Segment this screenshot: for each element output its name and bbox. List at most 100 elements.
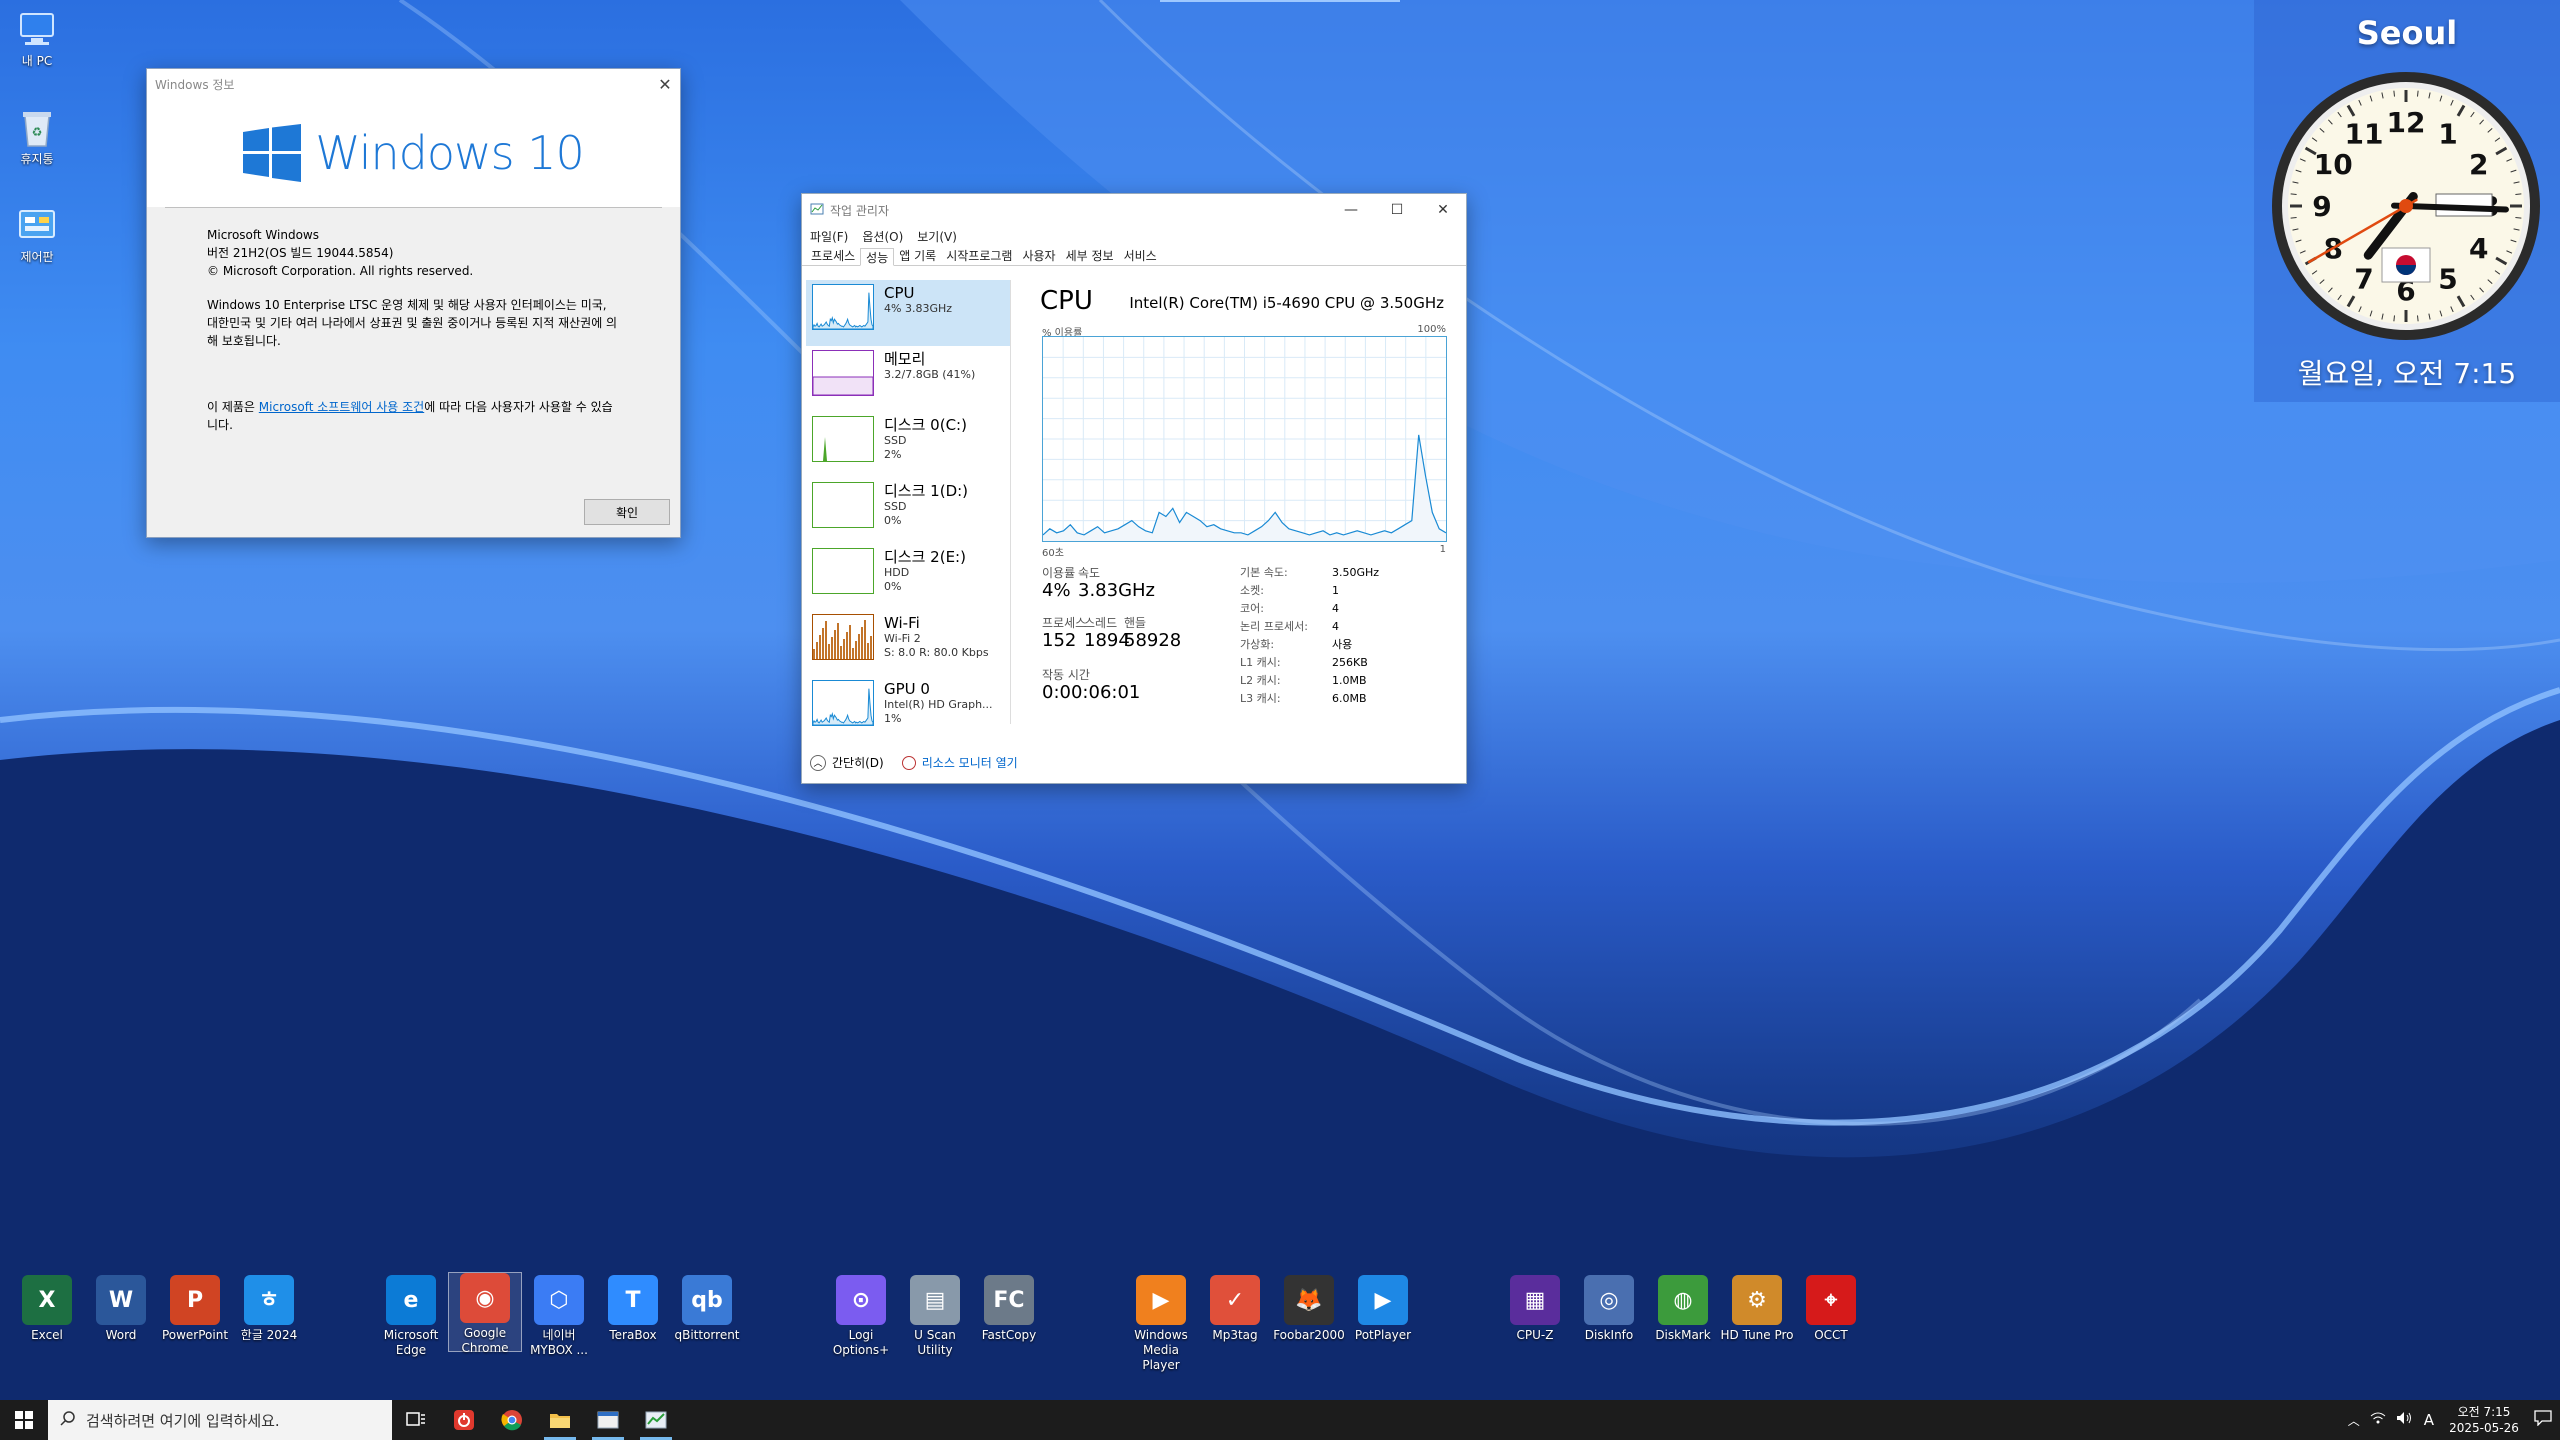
cpu-detail-panel: CPU Intel(R) Core(TM) i5-4690 CPU @ 3.50…	[1022, 280, 1462, 724]
notification-center-icon[interactable]	[2534, 1410, 2552, 1430]
dock-app-fastcopy[interactable]: FC FastCopy	[972, 1275, 1046, 1343]
dock-app-label: DiskInfo	[1584, 1328, 1634, 1342]
diskmark-icon: ◍	[1658, 1275, 1708, 1325]
tab-performance[interactable]: 성능	[860, 248, 895, 266]
dock-app-excel[interactable]: X Excel	[10, 1275, 84, 1343]
tab-app-history[interactable]: 앱 기록	[894, 247, 941, 265]
svg-text:♻: ♻	[32, 125, 43, 139]
windows-logo-icon	[243, 124, 302, 182]
resource-item[interactable]: 디스크 0(C:) SSD 2%	[806, 412, 1010, 478]
network-icon[interactable]	[2370, 1411, 2386, 1429]
taskbar-app-power[interactable]	[440, 1400, 488, 1440]
dock-app-diskinfo[interactable]: ◎ DiskInfo	[1572, 1275, 1646, 1343]
dock-app-mp3tag[interactable]: ✓ Mp3tag	[1198, 1275, 1272, 1343]
tab-startup[interactable]: 시작프로그램	[941, 247, 1017, 265]
dock-app-label: Foobar2000	[1273, 1328, 1345, 1342]
resource-item[interactable]: GPU 0 Intel(R) HD Graph... 1%	[806, 676, 1010, 742]
maximize-button[interactable]: ☐	[1374, 194, 1420, 226]
taskbar-app-explorer[interactable]	[536, 1400, 584, 1440]
resource-item[interactable]: CPU 4% 3.83GHz	[806, 280, 1010, 346]
product-name: Microsoft Windows	[207, 228, 319, 242]
cpu-header: CPU	[1040, 286, 1093, 316]
resource-monitor-label: 리소스 모니터 열기	[921, 756, 1018, 770]
uptime-value: 0:00:06:01	[1042, 682, 1141, 703]
resource-item[interactable]: 메모리 3.2/7.8GB (41%)	[806, 346, 1010, 412]
close-button[interactable]: ✕	[1420, 194, 1466, 226]
resource-item[interactable]: 디스크 1(D:) SSD 0%	[806, 478, 1010, 544]
ime-indicator[interactable]: A	[2424, 1411, 2434, 1429]
taskbar-app-task-manager[interactable]	[632, 1400, 680, 1440]
clock-numeral: 12	[2387, 106, 2426, 139]
tab-services[interactable]: 서비스	[1119, 247, 1162, 265]
dock-app-powerpoint[interactable]: P PowerPoint	[158, 1275, 232, 1343]
resource-text: 메모리 3.2/7.8GB (41%)	[884, 350, 975, 408]
desktop-icon-control-panel[interactable]: 제어판	[2, 204, 72, 264]
taskbar-app-chrome[interactable]	[488, 1400, 536, 1440]
tab-users[interactable]: 사용자	[1017, 247, 1060, 265]
ok-button[interactable]: 확인	[584, 499, 670, 525]
dock-app-qbittorrent[interactable]: qb qBittorrent	[670, 1275, 744, 1343]
dock-app-hangul[interactable]: ㅎ 한글 2024	[232, 1275, 306, 1343]
search-icon	[60, 1410, 76, 1430]
dock-app-cpuz[interactable]: ▦ CPU-Z	[1498, 1275, 1572, 1343]
tab-details[interactable]: 세부 정보	[1061, 247, 1119, 265]
volume-icon[interactable]	[2396, 1411, 2414, 1429]
dock-app-occt[interactable]: ⌖ OCCT	[1794, 1275, 1868, 1343]
resource-item[interactable]: Wi-Fi Wi-Fi 2 S: 8.0 R: 80.0 Kbps	[806, 610, 1010, 676]
processes-value: 152	[1042, 630, 1077, 651]
resource-monitor-link[interactable]: 리소스 모니터 열기	[901, 754, 1018, 771]
mp3tag-icon: ✓	[1210, 1275, 1260, 1325]
desktop-icon-recycle-bin[interactable]: ♻ 휴지통	[2, 106, 72, 166]
dock-app-label: DiskMark	[1655, 1328, 1711, 1342]
dock-app-foobar[interactable]: 🦊 Foobar2000	[1272, 1275, 1346, 1343]
clock-gadget[interactable]: Seoul 123456789101112 월요일, 오전 7:15	[2254, 0, 2560, 402]
task-manager-title: 작업 관리자	[830, 203, 890, 218]
dock-app-media-player[interactable]: ▶ Windows Media Player	[1124, 1275, 1198, 1373]
search-placeholder: 검색하려면 여기에 입력하세요.	[86, 1411, 280, 1430]
close-button[interactable]: ✕	[650, 69, 680, 99]
taskbar-clock[interactable]: 오전 7:15 2025-05-26	[2444, 1404, 2524, 1436]
resource-item[interactable]: 디스크 2(E:) HDD 0%	[806, 544, 1010, 610]
task-manager-titlebar[interactable]: 작업 관리자 — ☐ ✕	[802, 194, 1466, 226]
uptime-label: 작동 시간	[1042, 668, 1090, 682]
taskbar-time: 오전 7:15	[2457, 1405, 2511, 1419]
dock-app-mybox[interactable]: ⬡ 네이버 MYBOX ...	[522, 1275, 596, 1358]
dock-app-logi[interactable]: ⊙ Logi Options+	[824, 1275, 898, 1358]
menu-file[interactable]: 파일(F)	[810, 228, 848, 245]
cpu-spec-key: 소켓:	[1240, 584, 1264, 597]
dock-app-hdtune[interactable]: ⚙ HD Tune Pro	[1720, 1275, 1794, 1343]
menu-view[interactable]: 보기(V)	[917, 228, 957, 245]
cpu-spec-key: 기본 속도:	[1240, 566, 1288, 579]
windows-logo-band: Windows 10	[147, 99, 680, 207]
chevron-up-icon[interactable]: ︿	[2348, 1412, 2360, 1429]
resource-thumbnail-graph	[812, 680, 874, 726]
window-app-icon	[597, 1411, 619, 1429]
dock-app-scanner[interactable]: ▤ U Scan Utility	[898, 1275, 972, 1358]
dock-app-label: 네이버 MYBOX ...	[530, 1328, 588, 1357]
dock-app-word[interactable]: W Word	[84, 1275, 158, 1343]
desktop-icon-this-pc[interactable]: 내 PC	[2, 8, 72, 68]
dock-app-label: 한글 2024	[240, 1328, 298, 1342]
dock-app-edge[interactable]: e Microsoft Edge	[374, 1275, 448, 1358]
dock-app-potplayer[interactable]: ▶ PotPlayer	[1346, 1275, 1420, 1343]
dialog-titlebar[interactable]: Windows 정보 ✕	[147, 69, 680, 99]
dock-app-terabox[interactable]: T TeraBox	[596, 1275, 670, 1343]
tab-processes[interactable]: 프로세스	[806, 247, 860, 265]
menu-options[interactable]: 옵션(O)	[862, 228, 903, 245]
task-view-button[interactable]	[392, 1400, 440, 1440]
cpu-usage-chart	[1042, 337, 1447, 541]
taskbar-app-system-info[interactable]	[584, 1400, 632, 1440]
taskbar-search-box[interactable]: 검색하려면 여기에 입력하세요.	[48, 1400, 392, 1440]
license-terms-link[interactable]: Microsoft 소프트웨어 사용 조건	[259, 400, 424, 414]
potplayer-icon: ▶	[1358, 1275, 1408, 1325]
desktop-icon-label: 제어판	[20, 250, 54, 264]
cpu-spec-value: 256KB	[1332, 656, 1368, 669]
dock-app-chrome[interactable]: ◉ Google Chrome	[448, 1272, 522, 1355]
clock-city: Seoul	[2356, 14, 2458, 52]
dock-app-diskmark[interactable]: ◍ DiskMark	[1646, 1275, 1720, 1343]
cpu-spec-value: 4	[1332, 620, 1339, 633]
minimize-button[interactable]: —	[1328, 194, 1374, 226]
start-button[interactable]	[0, 1400, 48, 1440]
collapse-button[interactable]: ︿ 간단히(D)	[810, 754, 884, 771]
clock-date: 월요일, 오전 7:15	[2297, 357, 2517, 390]
